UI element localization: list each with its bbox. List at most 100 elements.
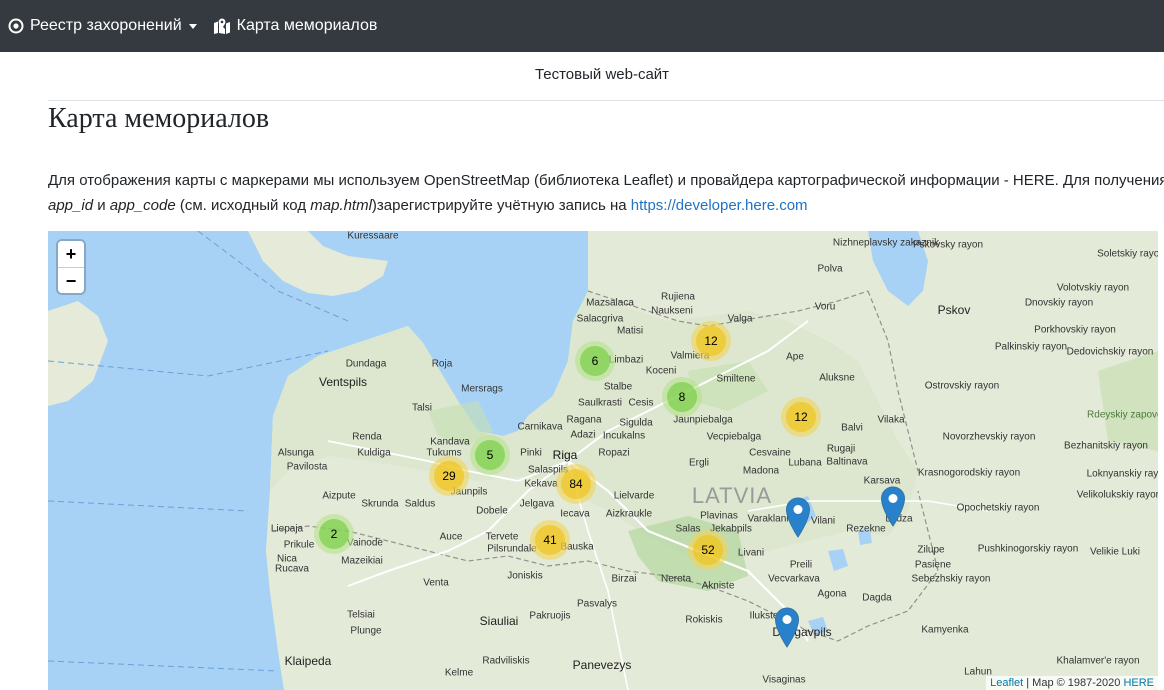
place-label: Plunge — [350, 625, 382, 637]
place-label: Liepaja — [270, 523, 304, 535]
marker-cluster[interactable]: 12 — [691, 321, 731, 361]
marker-cluster[interactable]: 5 — [470, 435, 510, 475]
divider — [48, 100, 1164, 101]
place-label: Valga — [727, 313, 753, 325]
place-label: Baltinava — [826, 456, 868, 468]
map-marker-icon[interactable] — [785, 497, 811, 538]
place-label: Dagda — [862, 592, 892, 604]
zoom-control: + − — [58, 241, 84, 293]
marker-cluster[interactable]: 8 — [662, 377, 702, 417]
cluster-count: 29 — [434, 461, 464, 491]
place-label: Klaipeda — [284, 654, 332, 668]
place-label: Lubana — [788, 457, 822, 469]
map-marker-icon[interactable] — [880, 486, 906, 527]
place-label: Kamyenka — [921, 624, 969, 636]
place-label: Palkinskiy rayon — [994, 341, 1068, 353]
marker-cluster[interactable]: 6 — [575, 341, 615, 381]
description-line1: Для отображения карты с маркерами мы исп… — [48, 172, 1164, 189]
place-label: Tervete — [485, 531, 519, 543]
app-id-term: app_id — [48, 197, 94, 214]
place-label: Adazi — [570, 429, 596, 441]
place-label: Kekava — [524, 478, 558, 490]
marker-cluster[interactable]: 12 — [781, 397, 821, 437]
place-label: Skrunda — [361, 498, 399, 510]
marker-cluster[interactable]: 2 — [314, 514, 354, 554]
place-label: Vilani — [810, 515, 836, 527]
place-label: Pilsrundale — [487, 543, 537, 555]
place-label: Carnikava — [517, 421, 563, 433]
top-navbar: Реестр захоронений Карта мемориалов — [0, 0, 1164, 52]
place-label: Cesis — [628, 397, 654, 409]
place-label: Ventspils — [318, 375, 368, 389]
place-label: Vilaka — [877, 414, 905, 426]
nav-link-memorial-map[interactable]: Карта мемориалов — [213, 0, 377, 52]
place-label: Radviliskis — [482, 655, 530, 667]
cluster-count: 52 — [693, 535, 723, 565]
place-label: Polva — [817, 263, 843, 275]
place-label: Pakruojis — [529, 610, 571, 622]
place-label: Nereta — [660, 573, 692, 585]
place-label: Varaklani — [747, 513, 789, 525]
marker-cluster[interactable]: 29 — [429, 456, 469, 496]
place-label: Plavinas — [700, 510, 738, 522]
place-label: Pasiene — [914, 559, 952, 571]
map-marker-icon[interactable] — [774, 607, 800, 648]
zoom-out-button[interactable]: − — [58, 267, 84, 293]
place-label: Alsunga — [277, 447, 315, 459]
place-label: Dobele — [476, 505, 508, 517]
map-attribution: Leaflet | Map © 1987-2020 HERE — [986, 676, 1158, 690]
place-label: Aluksne — [819, 372, 855, 384]
here-link[interactable]: HERE — [1123, 677, 1154, 689]
place-label: Rujiena — [661, 291, 695, 303]
map-marked-icon — [213, 18, 231, 34]
marker-cluster[interactable]: 52 — [688, 530, 728, 570]
place-label: Zilupe — [917, 544, 945, 556]
place-label: Prikule — [283, 539, 315, 551]
place-label: Madona — [742, 465, 780, 477]
place-label: Saulkrasti — [578, 397, 622, 409]
leaflet-link[interactable]: Leaflet — [990, 677, 1023, 689]
map-html-term: map.html — [310, 197, 372, 214]
description-and: и — [93, 197, 110, 214]
marker-cluster[interactable]: 41 — [530, 520, 570, 560]
place-label: Krasnogorodskiy rayon — [917, 467, 1021, 479]
place-label: Loknyanskiy rayon — [1086, 468, 1158, 480]
place-label: Khalamver'e rayon — [1056, 655, 1140, 667]
place-label: Livani — [737, 547, 765, 559]
place-label: Siauliai — [479, 614, 519, 628]
place-label: Nizhneplavsky zakaznik — [832, 237, 940, 249]
place-label: Voru — [814, 301, 836, 313]
place-label: Mazsalaca — [586, 297, 634, 309]
here-developer-link[interactable]: https://developer.here.com — [631, 197, 808, 214]
marker-cluster[interactable]: 84 — [556, 464, 596, 504]
place-label: Rugaji — [826, 443, 856, 455]
place-label: Kuldiga — [357, 447, 391, 459]
place-label: Porkhovskiy rayon — [1034, 324, 1116, 336]
place-label: Pskov — [937, 303, 971, 317]
cluster-count: 84 — [561, 469, 591, 499]
place-label: Ostrovskiy rayon — [924, 380, 1000, 392]
place-label: Mersrags — [461, 383, 503, 395]
place-label: Roja — [431, 358, 453, 370]
place-label: Koceni — [645, 365, 677, 377]
place-label: Matisi — [616, 325, 644, 337]
place-label: Agona — [817, 588, 847, 600]
place-label: Mazeikiai — [341, 555, 383, 567]
description: Для отображения карты с маркерами мы исп… — [48, 168, 1164, 218]
place-label: Kuressaare — [347, 231, 399, 242]
place-label: Dnovskiy rayon — [1024, 297, 1094, 309]
place-label: Salacgriva — [576, 313, 624, 325]
cluster-count: 6 — [580, 346, 610, 376]
cluster-count: 12 — [786, 402, 816, 432]
place-label: Visaginas — [762, 674, 806, 686]
cluster-count: 41 — [535, 525, 565, 555]
place-label: Stalbe — [603, 381, 633, 393]
place-label: Lielvarde — [613, 490, 655, 502]
description-middle: (см. исходный код — [175, 197, 311, 214]
place-label: Kandava — [430, 436, 470, 448]
memorial-map[interactable]: Kuressaare Mazsalaca Rujiena Naukseni Va… — [48, 231, 1158, 690]
place-label: Dundaga — [345, 358, 387, 370]
registry-dropdown[interactable]: Реестр захоронений — [8, 0, 197, 52]
place-label: Naukseni — [651, 305, 693, 317]
zoom-in-button[interactable]: + — [58, 241, 84, 267]
